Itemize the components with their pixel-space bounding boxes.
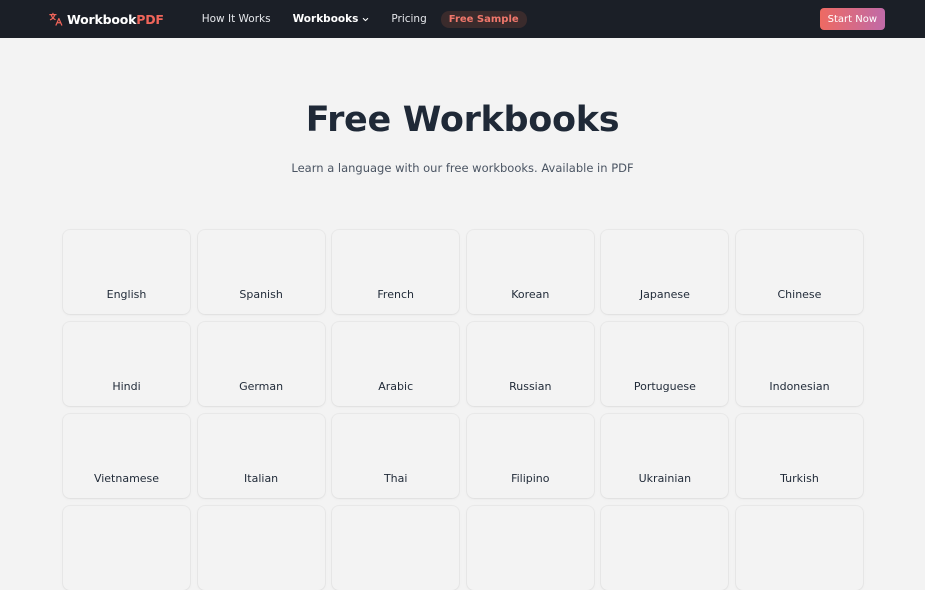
language-label: Hindi xyxy=(112,380,141,393)
nav-how-it-works[interactable]: How It Works xyxy=(191,13,282,25)
chevron-down-icon xyxy=(363,17,369,21)
language-card-arabic[interactable]: Arabic xyxy=(332,322,460,406)
language-label: Indonesian xyxy=(769,380,830,393)
language-card-hindi[interactable]: Hindi xyxy=(63,322,190,406)
start-now-button[interactable]: Start Now xyxy=(819,8,885,30)
language-label: Turkish xyxy=(780,472,819,485)
hero-section: Free Workbooks Learn a language with our… xyxy=(0,100,925,175)
language-label: Vietnamese xyxy=(93,472,160,485)
language-card-vietnamese[interactable]: Vietnamese xyxy=(63,414,190,498)
nav-pricing[interactable]: Pricing xyxy=(380,13,437,25)
nav-workbooks-label: Workbooks xyxy=(292,13,359,25)
language-card-spanish[interactable]: Spanish xyxy=(197,230,325,314)
language-label: Italian xyxy=(244,472,279,485)
language-label: Spanish xyxy=(239,288,283,301)
language-card-indonesian[interactable]: Indonesian xyxy=(735,322,863,406)
language-label: Arabic xyxy=(378,380,414,393)
language-grid: English Spanish French Korean Japanese C… xyxy=(63,230,863,590)
language-card-japanese[interactable]: Japanese xyxy=(601,230,729,314)
language-card-portuguese[interactable]: Portuguese xyxy=(601,322,729,406)
language-label: French xyxy=(377,288,414,301)
page-subtitle: Learn a language with our free workbooks… xyxy=(291,161,634,175)
language-label: English xyxy=(106,288,147,301)
language-card-filipino[interactable]: Filipino xyxy=(466,414,594,498)
language-card-english[interactable]: English xyxy=(63,230,190,314)
language-card-partial[interactable] xyxy=(63,506,190,590)
language-label: Korean xyxy=(511,288,550,301)
language-card-turkish[interactable]: Turkish xyxy=(735,414,863,498)
language-label: Ukrainian xyxy=(638,472,692,485)
nav-links: How It Works Workbooks Pricing Free Samp… xyxy=(191,10,527,28)
language-card-russian[interactable]: Russian xyxy=(466,322,594,406)
brand-name: WorkbookPDF xyxy=(67,11,164,27)
language-card-italian[interactable]: Italian xyxy=(197,414,325,498)
language-card-chinese[interactable]: Chinese xyxy=(735,230,863,314)
language-label: Filipino xyxy=(511,472,550,485)
top-navbar: WorkbookPDF How It Works Workbooks Prici… xyxy=(0,0,925,38)
language-card-german[interactable]: German xyxy=(197,322,325,406)
language-label: Thai xyxy=(383,472,408,485)
nav-free-sample[interactable]: Free Sample xyxy=(440,10,527,28)
language-card-partial[interactable] xyxy=(735,506,863,590)
language-card-french[interactable]: French xyxy=(332,230,460,314)
language-label: Portuguese xyxy=(633,380,696,393)
page-title: Free Workbooks xyxy=(305,100,620,140)
nav-workbooks-dropdown[interactable]: Workbooks xyxy=(282,13,381,25)
language-card-partial[interactable] xyxy=(466,506,594,590)
language-card-korean[interactable]: Korean xyxy=(466,230,594,314)
language-label: Russian xyxy=(509,380,552,393)
language-label: Chinese xyxy=(777,288,822,301)
language-card-ukrainian[interactable]: Ukrainian xyxy=(601,414,729,498)
translate-icon xyxy=(49,12,63,26)
brand-logo-link[interactable]: WorkbookPDF xyxy=(49,12,164,27)
language-card-partial[interactable] xyxy=(332,506,460,590)
language-card-partial[interactable] xyxy=(601,506,729,590)
language-label: German xyxy=(239,380,284,393)
language-card-thai[interactable]: Thai xyxy=(332,414,460,498)
language-label: Japanese xyxy=(639,288,690,301)
language-card-partial[interactable] xyxy=(197,506,325,590)
